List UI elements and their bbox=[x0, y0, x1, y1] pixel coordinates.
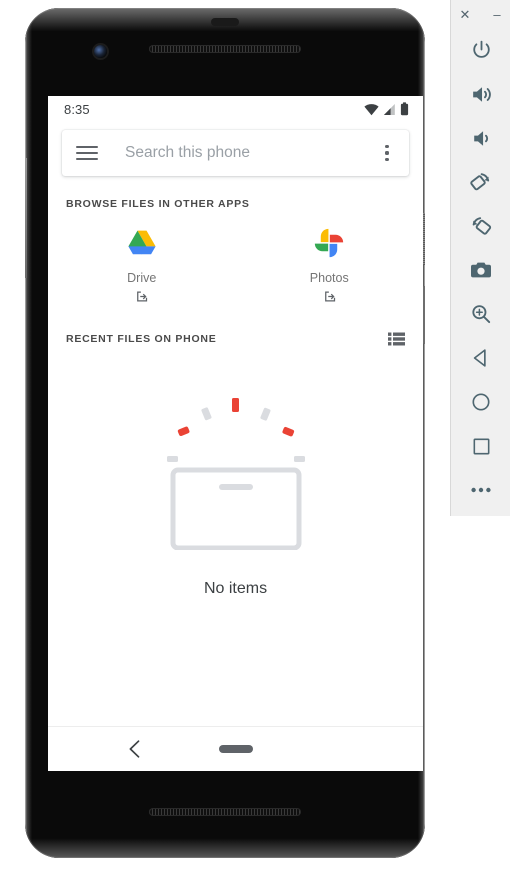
empty-box-confetti-illustration bbox=[166, 398, 305, 550]
search-bar[interactable] bbox=[62, 130, 409, 176]
cellular-signal-icon bbox=[383, 103, 395, 115]
status-time: 8:35 bbox=[64, 101, 90, 117]
section-header-recent-files: RECENT FILES ON PHONE bbox=[66, 333, 217, 345]
home-circle-icon bbox=[472, 393, 490, 411]
app-label-drive: Drive bbox=[127, 271, 157, 285]
top-slot bbox=[211, 18, 239, 26]
back-button[interactable] bbox=[459, 336, 503, 380]
home-button[interactable] bbox=[459, 380, 503, 424]
camera-icon bbox=[471, 262, 491, 278]
google-drive-icon bbox=[128, 230, 156, 255]
frame-left-seam bbox=[25, 158, 27, 278]
more-button[interactable] bbox=[459, 468, 503, 512]
empty-state-message: No items bbox=[203, 580, 268, 597]
minimize-icon[interactable]: – bbox=[489, 6, 505, 22]
rotate-right-icon bbox=[472, 217, 492, 235]
google-photos-icon bbox=[315, 228, 344, 258]
power-icon bbox=[472, 40, 490, 58]
volume-down-icon bbox=[473, 130, 488, 146]
system-navigation-bar bbox=[48, 726, 423, 771]
overview-square-icon bbox=[473, 438, 489, 454]
close-icon[interactable]: ✕ bbox=[457, 6, 473, 22]
front-camera-icon bbox=[94, 45, 107, 58]
frame-bottom-sheen bbox=[25, 836, 425, 858]
back-triangle-icon bbox=[473, 349, 486, 367]
power-button[interactable] bbox=[459, 28, 503, 72]
bottom-speaker-grille-icon bbox=[149, 808, 301, 816]
search-input[interactable] bbox=[123, 143, 371, 163]
battery-icon bbox=[400, 102, 409, 116]
device-frame: 8:35 Search this phone BROWSE FILES IN O… bbox=[25, 8, 425, 858]
volume-up-button[interactable] bbox=[459, 72, 503, 116]
rotate-left-button[interactable] bbox=[459, 160, 503, 204]
section-header-recent-files-row: RECENT FILES ON PHONE bbox=[48, 304, 423, 352]
more-dots-icon bbox=[471, 487, 491, 493]
hardware-volume-button[interactable] bbox=[423, 286, 425, 344]
rotate-right-button[interactable] bbox=[459, 204, 503, 248]
overflow-menu-icon[interactable] bbox=[371, 137, 403, 169]
device-screen[interactable]: 8:35 Search this phone BROWSE FILES IN O… bbox=[48, 96, 423, 771]
zoom-button[interactable] bbox=[459, 292, 503, 336]
app-tile-photos[interactable]: Photos bbox=[236, 226, 424, 304]
section-header-browse-apps: BROWSE FILES IN OTHER APPS bbox=[66, 198, 250, 210]
rotate-left-icon bbox=[470, 173, 490, 191]
app-tile-drive[interactable]: Drive bbox=[48, 226, 236, 304]
home-pill-icon[interactable] bbox=[218, 745, 253, 753]
zoom-in-icon bbox=[472, 305, 491, 324]
list-view-icon[interactable] bbox=[383, 326, 409, 352]
volume-down-button[interactable] bbox=[459, 116, 503, 160]
open-external-icon bbox=[137, 291, 148, 302]
hamburger-menu-icon[interactable] bbox=[76, 142, 98, 164]
status-icons bbox=[364, 102, 409, 116]
overview-button[interactable] bbox=[459, 424, 503, 468]
search-bar-container bbox=[48, 122, 423, 176]
screenshot-button[interactable] bbox=[459, 248, 503, 292]
emulator-window-controls: ✕ – bbox=[451, 0, 510, 28]
back-chevron-icon[interactable] bbox=[122, 737, 146, 761]
main-content: BROWSE FILES IN OTHER APPS Drive Photos … bbox=[48, 176, 423, 598]
open-external-icon bbox=[324, 291, 335, 302]
app-label-photos: Photos bbox=[309, 271, 349, 285]
wifi-icon bbox=[364, 103, 379, 115]
earpiece-grille-icon bbox=[149, 45, 301, 53]
emulator-window: 8:35 Search this phone BROWSE FILES IN O… bbox=[0, 0, 510, 881]
volume-up-icon bbox=[472, 86, 491, 102]
other-apps-row: Drive Photos bbox=[48, 210, 423, 304]
status-bar: 8:35 bbox=[48, 96, 423, 122]
emulator-toolbar: ✕ – bbox=[450, 0, 510, 516]
empty-state: No items bbox=[48, 352, 423, 598]
